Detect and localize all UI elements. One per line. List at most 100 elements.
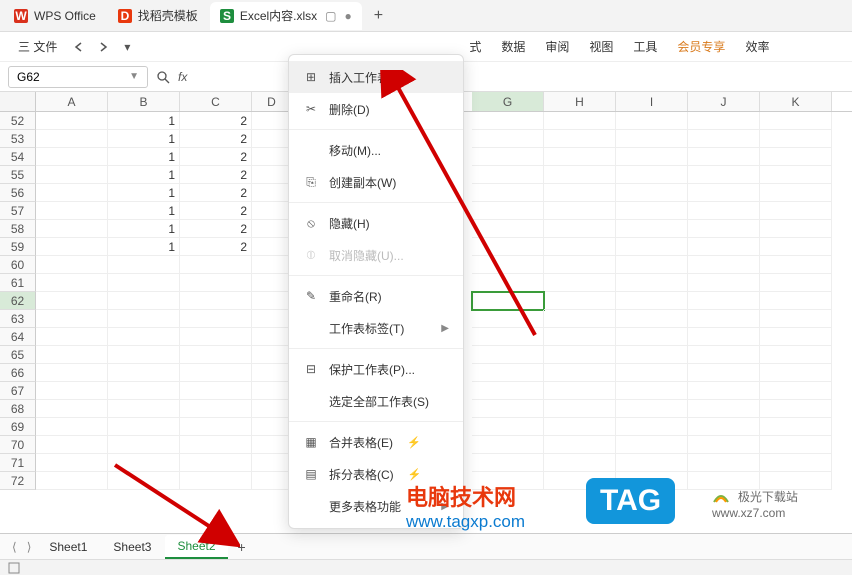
- col-header[interactable]: D: [252, 92, 292, 111]
- cell[interactable]: 1: [108, 130, 180, 148]
- cell[interactable]: 1: [108, 148, 180, 166]
- sheet-nav-next[interactable]: ⟩: [23, 540, 36, 554]
- sheet-nav-prev[interactable]: ⟨: [8, 540, 21, 554]
- menu-item[interactable]: 审阅: [535, 38, 579, 55]
- cell[interactable]: [36, 400, 108, 418]
- cell[interactable]: [688, 292, 760, 310]
- cell[interactable]: [36, 256, 108, 274]
- tab-window-icon[interactable]: ▢: [325, 9, 336, 23]
- cell[interactable]: [36, 202, 108, 220]
- cell[interactable]: [688, 310, 760, 328]
- cell[interactable]: [36, 112, 108, 130]
- cell[interactable]: [108, 400, 180, 418]
- menu-item[interactable]: 效率: [735, 38, 779, 55]
- menu-item[interactable]: 数据: [491, 38, 535, 55]
- cell[interactable]: [108, 436, 180, 454]
- cell[interactable]: [760, 148, 832, 166]
- cell[interactable]: [616, 400, 688, 418]
- menu-item[interactable]: 工具: [623, 38, 667, 55]
- cell[interactable]: [616, 454, 688, 472]
- context-menu-item[interactable]: ✎重命名(R): [289, 280, 463, 312]
- cell[interactable]: [472, 346, 544, 364]
- cell[interactable]: [616, 274, 688, 292]
- cell[interactable]: [472, 130, 544, 148]
- fx-button[interactable]: fx: [178, 70, 187, 84]
- cell[interactable]: [688, 364, 760, 382]
- cell[interactable]: [616, 166, 688, 184]
- cell[interactable]: [252, 184, 292, 202]
- cell[interactable]: [180, 454, 252, 472]
- cell[interactable]: 2: [180, 220, 252, 238]
- cell[interactable]: [688, 454, 760, 472]
- cell[interactable]: [688, 112, 760, 130]
- app-tab-docer[interactable]: D 找稻壳模板: [108, 2, 208, 30]
- cell[interactable]: [252, 346, 292, 364]
- cell[interactable]: [472, 364, 544, 382]
- sheet-add-button[interactable]: +: [230, 539, 254, 555]
- cell[interactable]: [252, 400, 292, 418]
- cell[interactable]: [760, 256, 832, 274]
- context-menu-item[interactable]: ⦸隐藏(H): [289, 207, 463, 239]
- cell[interactable]: [180, 472, 252, 490]
- context-menu-item[interactable]: ⎘创建副本(W): [289, 166, 463, 198]
- menu-item[interactable]: 视图: [579, 38, 623, 55]
- cell[interactable]: 2: [180, 202, 252, 220]
- cell[interactable]: [760, 328, 832, 346]
- cell[interactable]: [472, 382, 544, 400]
- cell[interactable]: [616, 220, 688, 238]
- cell[interactable]: [616, 418, 688, 436]
- row-header[interactable]: 72: [0, 472, 36, 490]
- row-header[interactable]: 69: [0, 418, 36, 436]
- col-header[interactable]: K: [760, 92, 832, 111]
- cell[interactable]: [252, 274, 292, 292]
- cell[interactable]: [544, 238, 616, 256]
- cell[interactable]: 1: [108, 112, 180, 130]
- cell[interactable]: [180, 292, 252, 310]
- cell[interactable]: [180, 256, 252, 274]
- cell[interactable]: 1: [108, 184, 180, 202]
- cell[interactable]: [544, 274, 616, 292]
- cell[interactable]: [36, 130, 108, 148]
- col-header-active[interactable]: G: [472, 92, 544, 111]
- row-header[interactable]: 54: [0, 148, 36, 166]
- cell[interactable]: [616, 292, 688, 310]
- cell[interactable]: [472, 400, 544, 418]
- cell[interactable]: [760, 166, 832, 184]
- cell[interactable]: [544, 310, 616, 328]
- row-header[interactable]: 66: [0, 364, 36, 382]
- cell[interactable]: [36, 346, 108, 364]
- cell[interactable]: [760, 436, 832, 454]
- cell[interactable]: [36, 364, 108, 382]
- sheet-tab[interactable]: Sheet3: [101, 536, 163, 558]
- cell[interactable]: [544, 184, 616, 202]
- cell[interactable]: [688, 346, 760, 364]
- row-header[interactable]: 62: [0, 292, 36, 310]
- cell[interactable]: [544, 166, 616, 184]
- cell[interactable]: [472, 418, 544, 436]
- cell[interactable]: [180, 310, 252, 328]
- add-tab-button[interactable]: +: [374, 7, 383, 25]
- cell[interactable]: [36, 292, 108, 310]
- app-tab-file[interactable]: S Excel内容.xlsx ▢ ●: [210, 2, 362, 30]
- cell[interactable]: [544, 400, 616, 418]
- cell[interactable]: [760, 346, 832, 364]
- cell[interactable]: [180, 274, 252, 292]
- cell[interactable]: [688, 202, 760, 220]
- cell[interactable]: [544, 292, 616, 310]
- cell[interactable]: [616, 112, 688, 130]
- chevron-down-icon[interactable]: ▼: [129, 71, 139, 82]
- col-header[interactable]: J: [688, 92, 760, 111]
- cell[interactable]: [252, 418, 292, 436]
- cell[interactable]: [760, 472, 832, 490]
- cell[interactable]: [760, 400, 832, 418]
- menu-item[interactable]: 式: [459, 38, 491, 55]
- cell[interactable]: [616, 382, 688, 400]
- undo-button[interactable]: [67, 35, 91, 59]
- cell[interactable]: 2: [180, 148, 252, 166]
- row-header[interactable]: 64: [0, 328, 36, 346]
- cell[interactable]: [36, 310, 108, 328]
- cell[interactable]: [252, 202, 292, 220]
- cell[interactable]: 2: [180, 184, 252, 202]
- cell[interactable]: [252, 112, 292, 130]
- active-cell[interactable]: [472, 292, 544, 310]
